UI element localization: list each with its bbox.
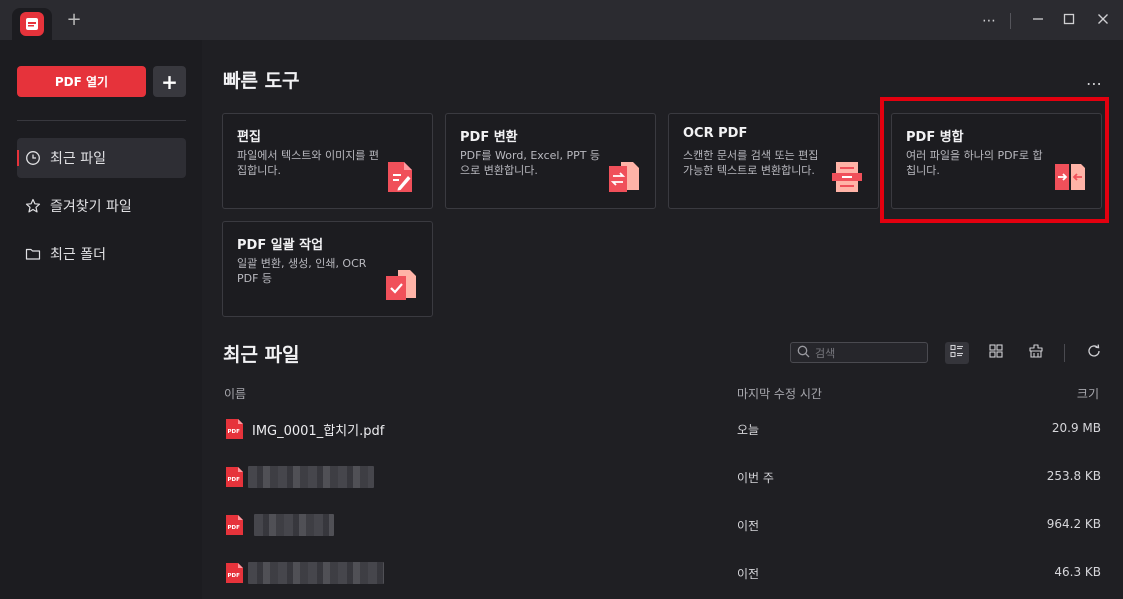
pdf-file-icon: PDF	[226, 515, 243, 535]
file-modified: 이전	[737, 519, 760, 533]
card-title: PDF 일괄 작업	[237, 238, 324, 253]
star-icon	[25, 198, 41, 214]
file-row[interactable]: PDF 이번 주 253.8 KB	[224, 453, 1101, 501]
merge-highlight-box	[880, 97, 1109, 223]
tool-card-batch[interactable]: PDF 일괄 작업 일괄 변환, 생성, 인쇄, OCR PDF 등	[222, 221, 433, 317]
new-tab-button[interactable]: +	[66, 11, 82, 29]
svg-text:PDF: PDF	[228, 477, 241, 483]
card-description: PDF를 Word, Excel, PPT 등으로 변환합니다.	[460, 149, 601, 177]
file-modified: 이번 주	[737, 471, 774, 485]
file-modified: 오늘	[737, 423, 760, 437]
file-size: 253.8 KB	[1046, 469, 1101, 483]
sidebar: PDF 열기 + 최근 파일 즐겨찾기 파일 최근 폴더	[0, 40, 202, 599]
search-placeholder: 검색	[815, 346, 836, 360]
quick-tools-more-button[interactable]: ⋯	[1086, 74, 1103, 93]
file-size: 20.9 MB	[1051, 421, 1101, 435]
card-description: 스캔한 문서를 검색 또는 편집 가능한 텍스트로 변환합니다.	[683, 149, 819, 177]
card-title: PDF 변환	[460, 130, 518, 145]
card-title: 편집	[237, 130, 261, 145]
clock-icon	[25, 150, 41, 166]
refresh-button[interactable]	[1082, 342, 1106, 364]
folder-icon	[25, 246, 41, 262]
active-indicator	[17, 150, 19, 166]
add-button[interactable]: +	[153, 66, 186, 97]
recent-files-title: 최근 파일	[223, 344, 300, 366]
batch-icon	[384, 268, 418, 302]
sidebar-item-label: 최근 폴더	[50, 247, 106, 263]
sidebar-item-favorite-files[interactable]: 즐겨찾기 파일	[17, 186, 186, 226]
column-header-name[interactable]: 이름	[224, 385, 246, 402]
close-button[interactable]	[1092, 12, 1114, 30]
svg-text:PDF: PDF	[228, 525, 241, 531]
sidebar-divider	[17, 120, 186, 121]
quick-tools-title: 빠른 도구	[223, 70, 300, 92]
card-description: 일괄 변환, 생성, 인쇄, OCR PDF 등	[237, 257, 367, 285]
more-options-button[interactable]: ⋯	[978, 12, 1000, 30]
column-header-size[interactable]: 크기	[1077, 385, 1099, 402]
titlebar-divider	[1010, 13, 1011, 29]
file-row[interactable]: PDF 이전 46.3 KB	[224, 549, 1101, 597]
svg-text:PDF: PDF	[228, 429, 241, 435]
minimize-button[interactable]	[1027, 12, 1049, 30]
convert-icon	[607, 160, 641, 194]
file-modified: 이전	[737, 567, 760, 581]
search-icon	[797, 343, 810, 362]
sidebar-item-recent-folders[interactable]: 최근 폴더	[17, 234, 186, 274]
list-view-icon	[949, 343, 965, 363]
clear-list-button[interactable]	[1024, 342, 1048, 364]
search-input[interactable]: 검색	[790, 342, 928, 363]
main-content: 빠른 도구 ⋯ 편집 파일에서 텍스트와 이미지를 편집합니다. PDF 변환 …	[202, 40, 1123, 599]
tool-card-ocr[interactable]: OCR PDF 스캔한 문서를 검색 또는 편집 가능한 텍스트로 변환합니다.	[668, 113, 879, 209]
maximize-button[interactable]	[1058, 12, 1080, 30]
app-tab[interactable]	[12, 8, 52, 40]
open-pdf-button[interactable]: PDF 열기	[17, 66, 146, 97]
redacted-file-name	[248, 466, 374, 488]
file-size: 46.3 KB	[1054, 565, 1101, 579]
pdf-file-icon: PDF	[226, 563, 243, 583]
svg-text:PDF: PDF	[228, 573, 241, 579]
tool-card-convert[interactable]: PDF 변환 PDF를 Word, Excel, PPT 등으로 변환합니다.	[445, 113, 656, 209]
edit-doc-icon	[384, 160, 418, 194]
pdf-file-icon: PDF	[226, 467, 243, 487]
redacted-file-name	[254, 514, 334, 536]
file-size: 964.2 KB	[1046, 517, 1101, 531]
grid-view-button[interactable]	[984, 342, 1008, 364]
card-description: 파일에서 텍스트와 이미지를 편집합니다.	[237, 149, 380, 177]
sidebar-item-recent-files[interactable]: 최근 파일	[17, 138, 186, 178]
ocr-icon	[830, 160, 864, 194]
clean-icon	[1028, 343, 1044, 363]
file-row[interactable]: PDF IMG_0001_합치기.pdf 오늘 20.9 MB	[224, 405, 1101, 453]
refresh-icon	[1086, 343, 1102, 363]
column-header-modified[interactable]: 마지막 수정 시간	[737, 385, 822, 402]
toolbar-divider	[1064, 344, 1065, 362]
title-bar: + ⋯	[0, 0, 1123, 40]
tool-card-edit[interactable]: 편집 파일에서 텍스트와 이미지를 편집합니다.	[222, 113, 433, 209]
file-row[interactable]: PDF 이전 964.2 KB	[224, 501, 1101, 549]
pdf-file-icon: PDF	[226, 419, 243, 439]
sidebar-item-label: 최근 파일	[50, 151, 106, 167]
list-view-button[interactable]	[945, 342, 969, 364]
card-title: OCR PDF	[683, 126, 748, 141]
sidebar-item-label: 즐겨찾기 파일	[50, 199, 132, 215]
app-logo-icon	[20, 12, 44, 36]
grid-view-icon	[988, 343, 1004, 363]
redacted-file-name	[248, 562, 384, 584]
file-name: IMG_0001_합치기.pdf	[252, 424, 385, 439]
